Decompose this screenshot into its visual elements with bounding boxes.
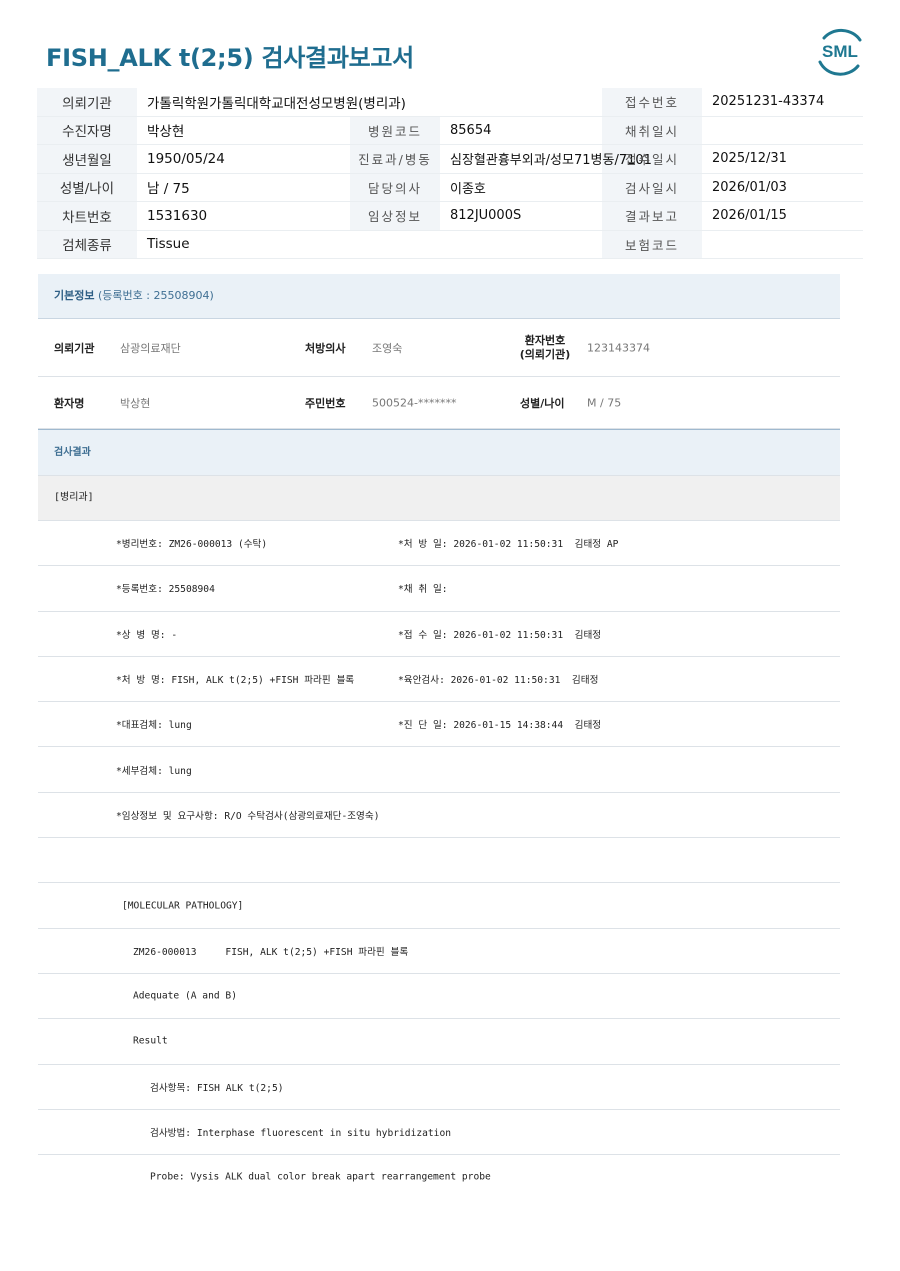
label-patient-number: 환자번호 (의뢰기관): [519, 333, 571, 361]
header-info-row: 성별/나이 남 / 75 담당의사 이종호 검사일시 2026/01/03: [37, 173, 863, 202]
header-info-row: 검체종류 Tissue 보험코드: [37, 230, 863, 259]
result-row: *세부검체: lung: [38, 747, 840, 793]
result-left-field: *상 병 명: -: [116, 629, 178, 641]
header-label: 담당의사: [350, 173, 440, 202]
result-left-field: *처 방 명: FISH, ALK t(2;5) +FISH 파라핀 블록: [116, 675, 355, 687]
header-label: 채취일시: [602, 116, 702, 145]
header-label: 차트번호: [37, 201, 137, 231]
result-row: *상 병 명: - *접 수 일: 2026-01-02 11:50:31 김태정: [38, 612, 840, 657]
header-info-row: 차트번호 1531630 임상정보 812JU000S 결과보고 2026/01/15: [37, 201, 863, 231]
result-right-field: *진 단 일: 2026-01-15 14:38:44 김태정: [398, 720, 602, 732]
header-value: 이종호: [440, 173, 602, 202]
label-referring-org: 의뢰기관: [54, 341, 95, 355]
molecular-pathology-row: Adequate (A and B): [38, 974, 840, 1020]
molecular-pathology-text: Result: [133, 1035, 168, 1047]
label-resident-number: 주민번호: [305, 396, 346, 410]
results-body: *병리번호: ZM26-000013 (수탁) *처 방 일: 2026-01-0…: [38, 521, 840, 1199]
header-label: 진료과/병동: [350, 144, 440, 174]
molecular-pathology-row: Result: [38, 1019, 840, 1065]
molecular-pathology-row: ZM26-000013 FISH, ALK t(2;5) +FISH 파라핀 블…: [38, 929, 840, 974]
header-value: 1950/05/24: [137, 144, 350, 174]
header-value: 가톨릭학원가톨릭대학교대전성모병원(병리과): [137, 88, 406, 117]
result-right-field: *접 수 일: 2026-01-02 11:50:31 김태정: [398, 629, 602, 641]
result-right-field: *채 취 일:: [398, 584, 448, 596]
result-left-field: *세부검체: lung: [116, 765, 192, 777]
molecular-pathology-text: Adequate (A and B): [133, 990, 237, 1002]
result-row: [38, 838, 840, 884]
header-value: 박상현: [137, 116, 350, 145]
header-label: 결과보고: [602, 201, 702, 231]
value-patient-name: 박상현: [120, 396, 151, 410]
value-referring-org: 삼광의료재단: [120, 341, 181, 355]
molecular-pathology-text: 검사방법: Interphase fluorescent in situ hyb…: [150, 1128, 451, 1139]
result-left-field: *병리번호: ZM26-000013 (수탁): [116, 539, 268, 551]
result-row: *임상정보 및 요구사항: R/O 수탁검사(삼광의료재단-조영숙): [38, 793, 840, 839]
header-info-row: 생년월일 1950/05/24 진료과/병동 심장혈관흉부외과/성모71병동/7101…: [37, 144, 863, 174]
header-label: 보험코드: [602, 230, 702, 259]
result-row: *처 방 명: FISH, ALK t(2;5) +FISH 파라핀 블록 *육안…: [38, 657, 840, 703]
header-value: 20251231-43374: [702, 88, 863, 117]
header-label: 의뢰기관: [37, 88, 137, 117]
result-right-field: *처 방 일: 2026-01-02 11:50:31 김태정 AP: [398, 539, 619, 551]
header-label: 접수번호: [602, 88, 702, 117]
basic-info-panel: 기본정보 (등록번호 : 25508904) 의뢰기관 삼광의료재단 처방의사 …: [38, 274, 840, 1199]
result-left-field: *대표검체: lung: [116, 720, 192, 732]
basic-info-title: 기본정보 (등록번호 : 25508904): [38, 274, 840, 319]
result-left-field: *등록번호: 25508904: [116, 584, 215, 596]
header-label: 수진자명: [37, 116, 137, 145]
result-left-field: *임상정보 및 요구사항: R/O 수탁검사(삼광의료재단-조영숙): [116, 810, 380, 822]
label-patient-name: 환자명: [54, 396, 85, 410]
label-sex-age: 성별/나이: [520, 396, 565, 410]
header-label: 검사일시: [602, 173, 702, 202]
molecular-pathology-text: Probe: Vysis ALK dual color break apart …: [150, 1171, 491, 1183]
header-value: [702, 230, 863, 259]
value-resident-number: 500524-*******: [372, 396, 457, 409]
result-row: *등록번호: 25508904 *채 취 일:: [38, 566, 840, 612]
header-value: 85654: [440, 116, 602, 145]
header-info-table: 의뢰기관 가톨릭학원가톨릭대학교대전성모병원(병리과) 접수번호 20251231-4…: [37, 88, 863, 259]
header-value: 남 / 75: [137, 173, 350, 202]
header-info-row: 수진자명 박상현 병원코드 85654 채취일시: [37, 116, 863, 145]
header-label: 병원코드: [350, 116, 440, 145]
header-value: 2026/01/03: [702, 173, 863, 202]
header-info-row: 의뢰기관 가톨릭학원가톨릭대학교대전성모병원(병리과) 접수번호 20251231-4…: [37, 88, 863, 117]
header-label: 임상정보: [350, 201, 440, 231]
header-label: 성별/나이: [37, 173, 137, 202]
header-label: 생년월일: [37, 144, 137, 174]
results-title: 검사결과: [38, 429, 840, 476]
header-label: 검체종류: [37, 230, 137, 259]
results-department: [병리과]: [38, 476, 840, 521]
header-value: 1531630: [137, 201, 350, 231]
header-value: 심장혈관흉부외과/성모71병동/7101: [440, 144, 652, 174]
header-value: 2026/01/15: [702, 201, 863, 231]
basic-info-row: 환자명 박상현 주민번호 500524-******* 성별/나이 M / 75: [38, 377, 840, 429]
molecular-pathology-text: 검사항목: FISH ALK t(2;5): [150, 1082, 284, 1094]
logo-text: SML: [822, 42, 858, 61]
result-right-field: *육안검사: 2026-01-02 11:50:31 김태정: [398, 675, 599, 687]
header-value: Tissue: [137, 230, 350, 259]
header-value: [440, 88, 602, 117]
result-row: *대표검체: lung *진 단 일: 2026-01-15 14:38:44 김…: [38, 702, 840, 748]
header-value: [440, 230, 602, 259]
result-row: *병리번호: ZM26-000013 (수탁) *처 방 일: 2026-01-0…: [38, 521, 840, 567]
molecular-pathology-row: [MOLECULAR PATHOLOGY]: [38, 883, 840, 929]
molecular-pathology-row: Probe: Vysis ALK dual color break apart …: [38, 1155, 840, 1199]
molecular-pathology-row: 검사항목: FISH ALK t(2;5): [38, 1065, 840, 1110]
header-value: [702, 116, 863, 145]
molecular-pathology-row: 검사방법: Interphase fluorescent in situ hyb…: [38, 1110, 840, 1156]
value-patient-number: 123143374: [587, 341, 650, 354]
registration-number: (등록번호 : 25508904): [97, 289, 214, 302]
molecular-pathology-text: ZM26-000013 FISH, ALK t(2;5) +FISH 파라핀 블…: [133, 946, 409, 958]
header-value: 812JU000S: [440, 201, 602, 231]
sml-logo: SML: [818, 28, 862, 76]
report-title: FISH_ALK t(2;5) 검사결과보고서: [46, 44, 414, 72]
molecular-pathology-text: [MOLECULAR PATHOLOGY]: [122, 900, 244, 912]
header-label: [350, 230, 440, 259]
label-prescribing-doctor: 처방의사: [305, 341, 346, 355]
header-value: 2025/12/31: [702, 144, 863, 174]
basic-info-row: 의뢰기관 삼광의료재단 처방의사 조영숙 환자번호 (의뢰기관) 12314337…: [38, 319, 840, 377]
value-sex-age: M / 75: [587, 396, 622, 409]
value-prescribing-doctor: 조영숙: [372, 341, 403, 355]
